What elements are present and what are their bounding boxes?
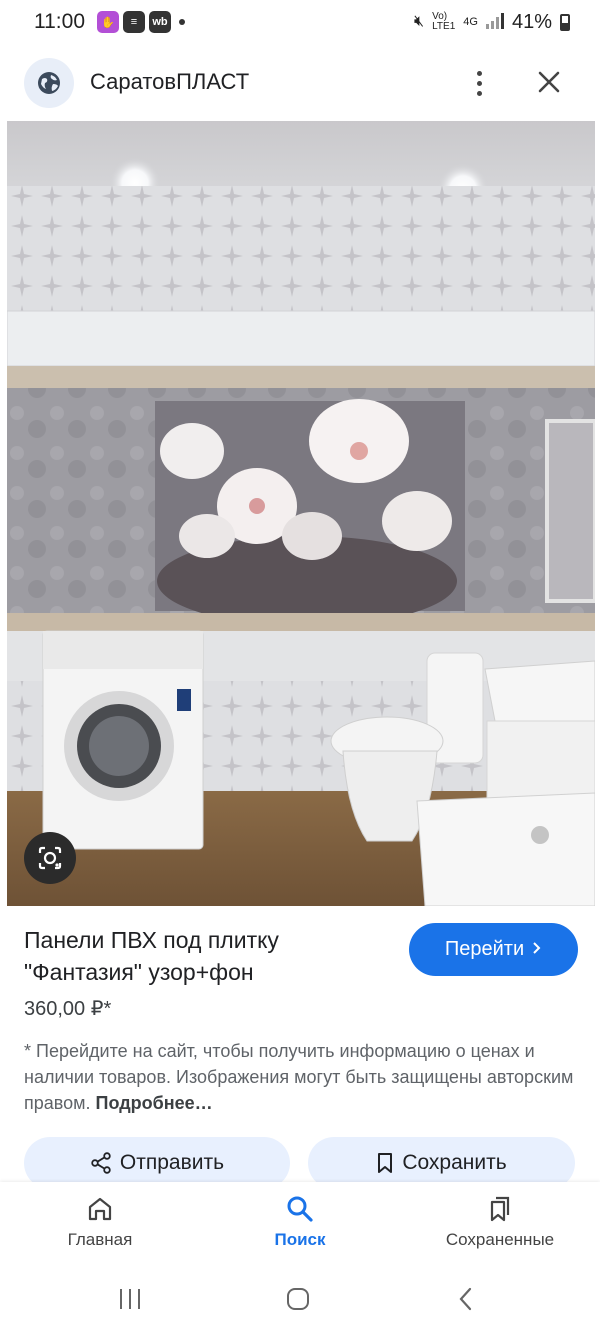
site-title: СаратовПЛАСТ xyxy=(90,69,250,94)
home-button-icon[interactable] xyxy=(278,1284,318,1314)
mute-icon: 🔇︎ xyxy=(414,13,425,30)
nav-home[interactable]: Главная xyxy=(10,1194,190,1250)
more-options-icon[interactable] xyxy=(464,63,494,103)
learn-more-link[interactable]: Подробнее… xyxy=(96,1093,213,1113)
signal-icon xyxy=(485,12,504,32)
news-notification-icon: ≡ xyxy=(123,11,145,33)
product-price: 360,00 ₽* xyxy=(24,998,112,1020)
nav-search[interactable]: Поиск xyxy=(210,1194,390,1250)
product-image[interactable] xyxy=(7,121,595,906)
visit-site-button[interactable]: Перейти xyxy=(409,923,578,976)
status-time: 11:00 xyxy=(34,10,85,33)
chevron-right-icon xyxy=(532,938,542,961)
status-indicators: 🔇︎ Vo) LTE1 4G 41% xyxy=(414,11,570,34)
copyright-disclaimer: * Перейдите на сайт, чтобы получить инфо… xyxy=(24,1041,574,1113)
lens-icon xyxy=(38,846,62,870)
back-icon[interactable] xyxy=(446,1284,486,1314)
globe-icon[interactable] xyxy=(24,58,74,108)
lens-search-button[interactable] xyxy=(24,832,76,884)
battery-percent: 41% xyxy=(511,10,552,33)
battery-icon xyxy=(560,13,570,31)
wb-notification-icon: wb xyxy=(149,11,171,33)
saved-collections-icon xyxy=(490,1196,510,1222)
page-header: СаратовПЛАСТ xyxy=(0,55,600,111)
network-type-icon: 4G xyxy=(463,16,478,28)
status-bar: 11:00 ✋ ≡ wb 🔇︎ Vo) LTE1 4G 41% xyxy=(0,0,600,44)
bottom-navigation: Главная Поиск Сохраненные xyxy=(0,1182,600,1270)
product-title: Панели ПВХ под плитку "Фантазия" узор+фо… xyxy=(24,927,279,985)
more-notifications-dot xyxy=(179,19,185,25)
share-icon xyxy=(91,1152,111,1174)
app-notification-icon: ✋ xyxy=(97,11,119,33)
home-icon xyxy=(88,1197,112,1221)
close-icon[interactable] xyxy=(532,65,566,99)
volte-indicator: Vo) LTE1 xyxy=(432,11,456,32)
system-navigation-bar xyxy=(0,1270,600,1332)
bookmark-icon xyxy=(378,1153,393,1173)
bathroom-photo xyxy=(7,121,595,906)
nav-saved[interactable]: Сохраненные xyxy=(410,1194,590,1250)
search-icon xyxy=(287,1196,313,1222)
recent-apps-icon[interactable] xyxy=(110,1284,150,1314)
